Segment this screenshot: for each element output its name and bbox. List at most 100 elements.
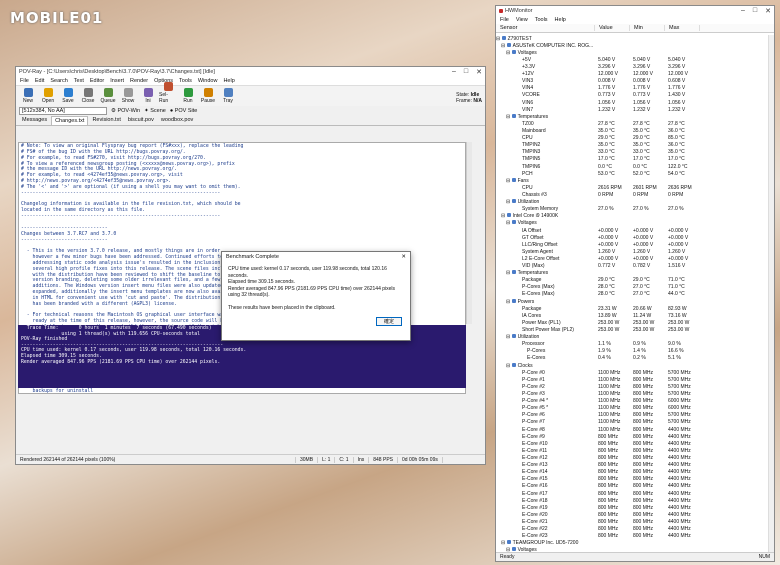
toolbar-show-button[interactable]: Show	[119, 88, 137, 104]
sensor-row: P-Core #5 * 1100 MHz 800 MHz 6000 MHz	[496, 405, 770, 412]
sensor-group[interactable]: ⊟ ASUSTeK COMPUTER INC. ROG...	[496, 42, 770, 49]
resolution-select[interactable]: [512x384, No AA]	[19, 107, 107, 115]
menu-item-file[interactable]: File	[20, 78, 29, 84]
sensor-value: 27.0 °C	[633, 284, 650, 291]
sensor-row: Mainboard 35.0 °C 35.0 °C 36.0 °C	[496, 127, 770, 134]
toolbar-pause-button[interactable]: Pause	[199, 88, 217, 104]
sensor-group[interactable]: ⊟ Fans	[496, 177, 770, 184]
minimize-icon[interactable]: –	[741, 7, 745, 15]
site-button[interactable]: ● POV Site	[170, 108, 197, 114]
menu-item-insert[interactable]: Insert	[110, 78, 124, 84]
tab-messages[interactable]: Messages	[19, 116, 50, 125]
ok-button[interactable]: 確定	[376, 317, 402, 326]
tab-changes-txt[interactable]: Changes.txt	[51, 116, 89, 125]
sensor-value: 800 MHz	[598, 511, 619, 518]
sensor-group[interactable]: ⊟ TEAMGROUP Inc. UD5-7200	[496, 540, 770, 547]
win-button[interactable]: ⚙ POV-Win	[111, 108, 140, 114]
sensor-label: TEAMGROUP Inc. UD5-7200	[512, 540, 579, 547]
tab-biscuit-pov[interactable]: biscuit.pov	[125, 116, 157, 125]
sensor-value: +0.000 V	[668, 255, 689, 262]
expand-icon[interactable]: ⊟	[501, 43, 507, 49]
maximize-icon[interactable]: □	[753, 7, 757, 15]
menu-item-help[interactable]: Help	[223, 78, 234, 84]
toolbar-ini-button[interactable]: Ini	[139, 88, 157, 104]
povray-toolbar: New Open Save Close Queue Show Ini Sel-Run Run Pa…	[16, 82, 485, 106]
toolbar-new-button[interactable]: New	[19, 88, 37, 104]
column-sensor[interactable]: Sensor	[496, 25, 595, 31]
expand-icon[interactable]: ⊟	[506, 178, 512, 184]
dialog-title: Benchmark Complete	[226, 254, 279, 260]
sensor-group[interactable]: ⊟ Voltages	[496, 220, 770, 227]
sensor-group[interactable]: ⊟ Temperatures	[496, 113, 770, 120]
sensor-group[interactable]: ⊟ Utilization	[496, 334, 770, 341]
toolbar-sel-run-button[interactable]: Sel-Run	[159, 82, 177, 104]
sensor-value: 800 MHz	[633, 518, 654, 525]
sensor-group[interactable]: ⊟ Clocks	[496, 362, 770, 369]
toolbar-save-button[interactable]: Save	[59, 88, 77, 104]
sensor-icon	[521, 348, 525, 352]
sensor-label: VCORE	[522, 92, 540, 99]
menu-item-editor[interactable]: Editor	[90, 78, 104, 84]
close-icon[interactable]: ✕	[765, 7, 771, 15]
sensor-row: E-Core #11 800 MHz 800 MHz 4400 MHz	[496, 447, 770, 454]
column-max[interactable]: Max	[665, 25, 700, 31]
menu-item-text[interactable]: Text	[74, 78, 84, 84]
menu-item-help[interactable]: Help	[555, 17, 566, 23]
toolbar-run-button[interactable]: Run	[179, 88, 197, 104]
expand-icon[interactable]: ⊟	[506, 334, 512, 340]
expand-icon[interactable]: ⊟	[506, 363, 512, 369]
minimize-icon[interactable]: –	[452, 68, 456, 76]
menu-item-render[interactable]: Render	[130, 78, 148, 84]
sensor-value: 1.430 V	[668, 92, 686, 99]
menu-item-edit[interactable]: Edit	[35, 78, 44, 84]
scene-button[interactable]: ✦ Scene	[144, 108, 166, 114]
sensor-icon	[516, 320, 520, 324]
dialog-close-icon[interactable]: ✕	[401, 254, 406, 260]
expand-icon[interactable]: ⊟	[506, 299, 512, 305]
sensor-name: ⊟ Fans	[496, 177, 595, 184]
sensor-group[interactable]: ⊟ Powers	[496, 298, 770, 305]
menu-item-view[interactable]: View	[516, 17, 528, 23]
expand-icon[interactable]: ⊟	[506, 114, 512, 120]
expand-icon[interactable]: ⊟	[501, 540, 507, 546]
sensor-group[interactable]: ⊟ Voltages	[496, 49, 770, 56]
expand-icon[interactable]: ⊟	[506, 50, 512, 56]
sensor-group[interactable]: ⊟ Intel Core i9 14900K	[496, 213, 770, 220]
toolbar-close-button[interactable]: Close	[79, 88, 97, 104]
sensor-group[interactable]: ⊟ Z790TEST	[496, 35, 770, 42]
toolbar-queue-button[interactable]: Queue	[99, 88, 117, 104]
sensor-row: PCH 53.0 °C 52.0 °C 54.0 °C	[496, 170, 770, 177]
menu-item-tools[interactable]: Tools	[535, 17, 548, 23]
maximize-icon[interactable]: □	[464, 68, 468, 76]
menu-item-file[interactable]: File	[500, 17, 509, 23]
toolbar-tray-button[interactable]: Tray	[219, 88, 237, 104]
sensor-name: ⊟ Powers	[496, 298, 595, 305]
sensor-row: E-Core #16 800 MHz 800 MHz 4400 MHz	[496, 483, 770, 490]
toolbar-open-button[interactable]: Open	[39, 88, 57, 104]
column-value[interactable]: Value	[595, 25, 630, 31]
sensor-group[interactable]: ⊟ Temperatures	[496, 270, 770, 277]
sensor-tree: ⊟ Z790TEST ⊟ ASUSTeK COMPUTER INC. ROG...…	[496, 35, 770, 552]
sensor-name: VIN6	[496, 100, 595, 106]
new-icon	[23, 88, 33, 97]
close-label: Close	[81, 98, 95, 104]
menu-item-tools[interactable]: Tools	[179, 78, 192, 84]
sensor-icon	[516, 263, 520, 267]
sensor-group[interactable]: ⊟ Utilization	[496, 199, 770, 206]
expand-icon[interactable]: ⊟	[496, 36, 502, 42]
sensor-label: +12V	[522, 71, 534, 78]
expand-icon[interactable]: ⊟	[506, 220, 512, 226]
tab-woodbox-pov[interactable]: woodbox.pov	[158, 116, 196, 125]
expand-icon[interactable]: ⊟	[506, 199, 512, 205]
sensor-label: IA Offset	[522, 227, 542, 234]
expand-icon[interactable]: ⊟	[501, 213, 507, 219]
menu-item-search[interactable]: Search	[50, 78, 67, 84]
sensor-scrollbar[interactable]	[768, 35, 774, 552]
editor-scrollbar[interactable]	[466, 142, 472, 324]
tab-revision-txt[interactable]: Revision.txt	[89, 116, 123, 125]
expand-icon[interactable]: ⊟	[506, 270, 512, 276]
close-icon[interactable]: ✕	[476, 68, 482, 76]
column-min[interactable]: Min	[630, 25, 665, 31]
sensor-value: 29.0 °C	[598, 277, 615, 284]
menu-item-window[interactable]: Window	[198, 78, 218, 84]
